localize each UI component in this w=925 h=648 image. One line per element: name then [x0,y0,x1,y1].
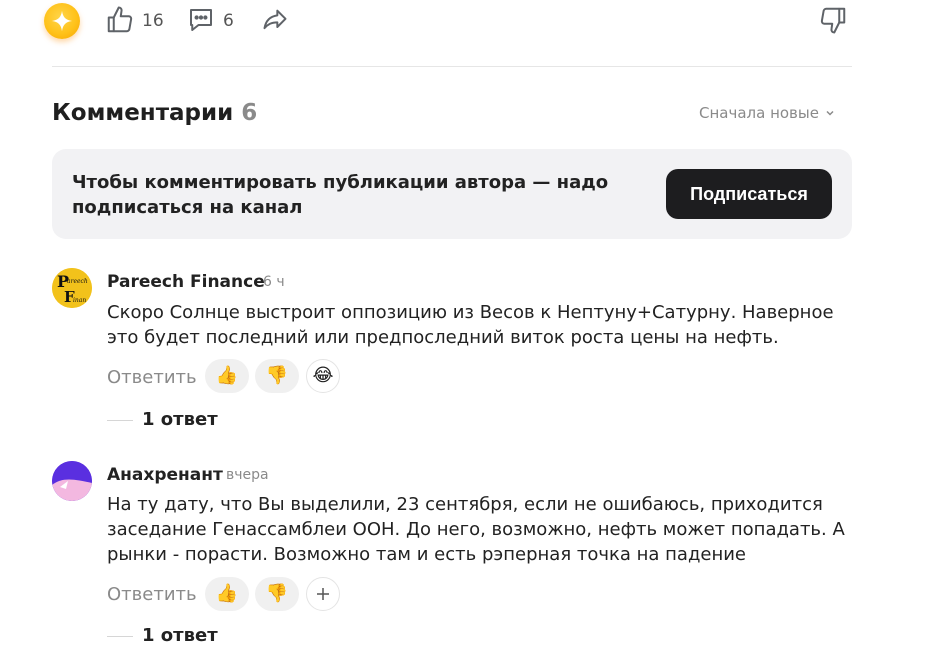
thumbs-up-icon [107,6,133,33]
thumbs-up-emoji-icon: 👍 [215,365,239,386]
comment-author[interactable]: Pareech Finance [107,271,265,293]
section-divider [52,66,852,67]
chat-bubble-icon [190,9,212,31]
reaction-thumbs-down[interactable]: 👎 [255,577,299,611]
reaction-thumbs-up[interactable]: 👍 [205,577,249,611]
reply-button[interactable]: Ответить [107,583,197,607]
anahrenant-avatar-icon [52,461,92,501]
laughing-emoji-icon: 😂 [312,365,334,386]
share-button[interactable] [260,6,290,38]
reaction-thumbs-down[interactable]: 👎 [255,359,299,393]
like-button[interactable] [105,5,135,39]
replies-toggle[interactable]: 1 ответ [142,408,218,432]
sparkle-icon [51,10,73,32]
comment-text: Скоро Солнце выстроит оппозицию из Весов… [107,302,834,348]
svg-text:areech: areech [67,278,88,285]
thumbs-down-icon [820,7,846,34]
replies-line [107,420,133,421]
like-count: 16 [142,11,164,31]
comment-author[interactable]: Анахренант [107,464,223,486]
thumbs-down-emoji-icon: 👎 [265,365,289,386]
add-reaction-button[interactable] [306,577,340,611]
svg-text:inan: inan [73,297,86,304]
comment-text: На ту дату, что Вы выделили, 23 сентября… [107,494,845,565]
comment-count: 6 [223,11,234,31]
star-button[interactable] [44,3,80,39]
avatar[interactable]: P areech F inan [52,268,92,308]
comments-count: 6 [241,100,258,126]
reaction-thumbs-up[interactable]: 👍 [205,359,249,393]
chevron-down-icon [826,110,834,116]
dislike-button[interactable] [818,5,848,39]
comments-title-text: Комментарии [52,100,234,126]
reply-button[interactable]: Ответить [107,366,197,390]
thumbs-up-emoji-icon: 👍 [215,583,239,604]
avatar[interactable] [52,461,92,501]
reaction-laugh[interactable]: 😂 [306,359,340,393]
pareech-finance-logo: P areech F inan [52,268,92,308]
plus-icon [317,588,329,600]
comment-time: 6 ч [263,274,285,290]
subscribe-banner-text: Чтобы комментировать публикации автора —… [72,172,609,218]
subscribe-button[interactable]: Подписаться [666,169,832,219]
replies-toggle[interactable]: 1 ответ [142,624,218,648]
comments-button[interactable] [186,5,216,39]
sort-label: Сначала новые [699,104,819,122]
sort-select[interactable]: Сначала новые [699,103,835,123]
comment-time: вчера [226,467,269,483]
comments-title: Комментарии 6 [52,98,257,128]
thumbs-down-emoji-icon: 👎 [265,583,289,604]
share-arrow-icon [263,9,287,30]
